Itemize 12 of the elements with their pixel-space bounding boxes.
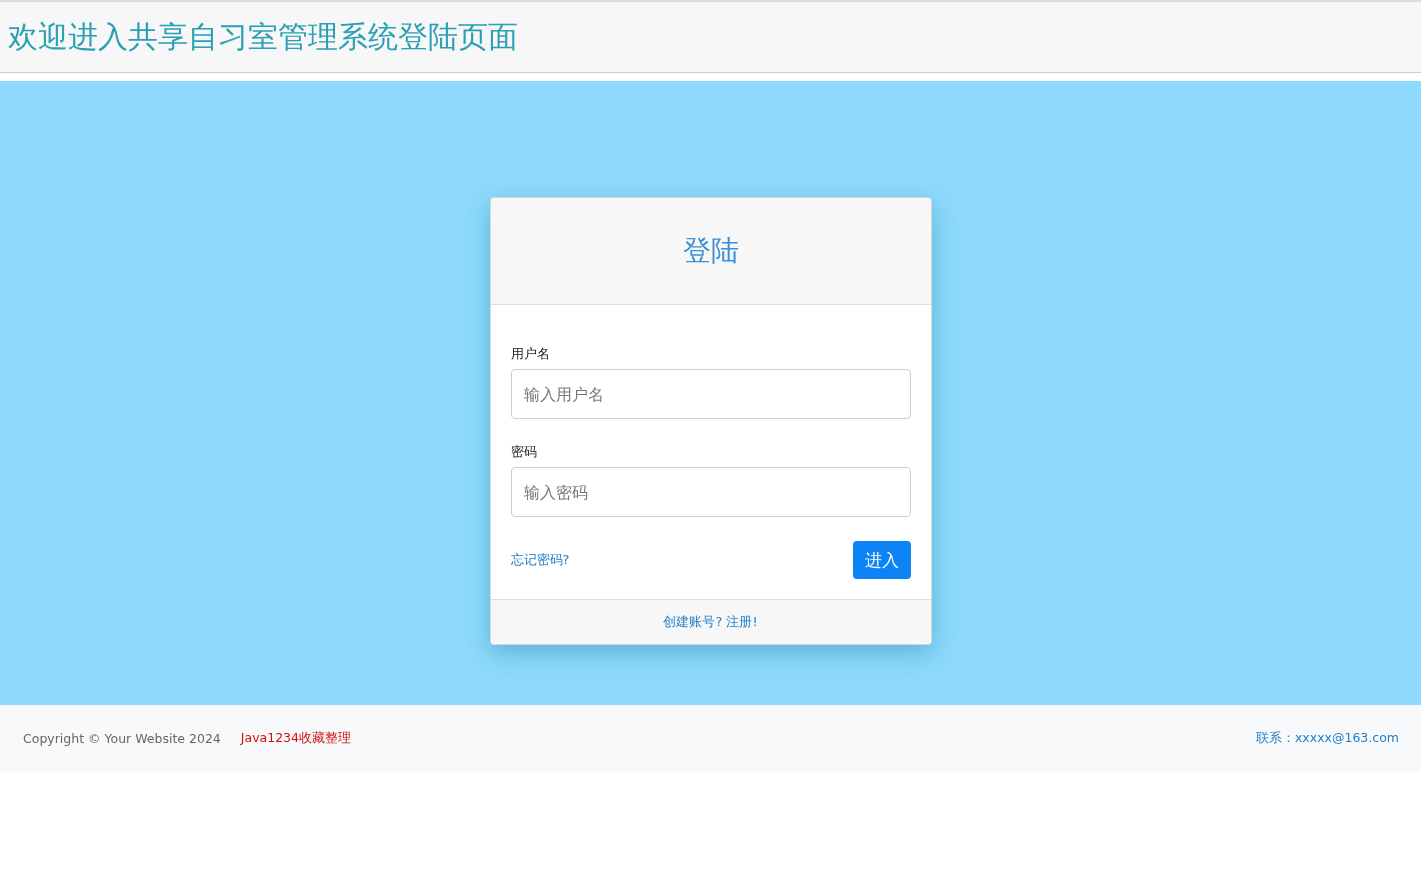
field-label: 密码 (510, 443, 538, 461)
input-field[interactable]: 输入用户名 (510, 369, 911, 419)
submit-button[interactable]: 进入 (852, 541, 911, 579)
register-link[interactable]: 创建账号? 注册! (663, 613, 758, 631)
field-label: 用户名 (510, 345, 551, 363)
forgot-password-link[interactable]: 忘记密码? (510, 551, 570, 569)
page-title: 欢迎进入共享自习室管理系统登陆页面 (8, 17, 518, 56)
copyright-text: Copyright © Your Website 2024 (23, 731, 221, 746)
input-field[interactable]: 输入密码 (510, 467, 911, 517)
contact-text: 联系：xxxxx@163.com (1255, 730, 1399, 747)
credit-text: Java1234收藏整理 (240, 730, 351, 747)
login-title: 登陆 (682, 233, 739, 269)
